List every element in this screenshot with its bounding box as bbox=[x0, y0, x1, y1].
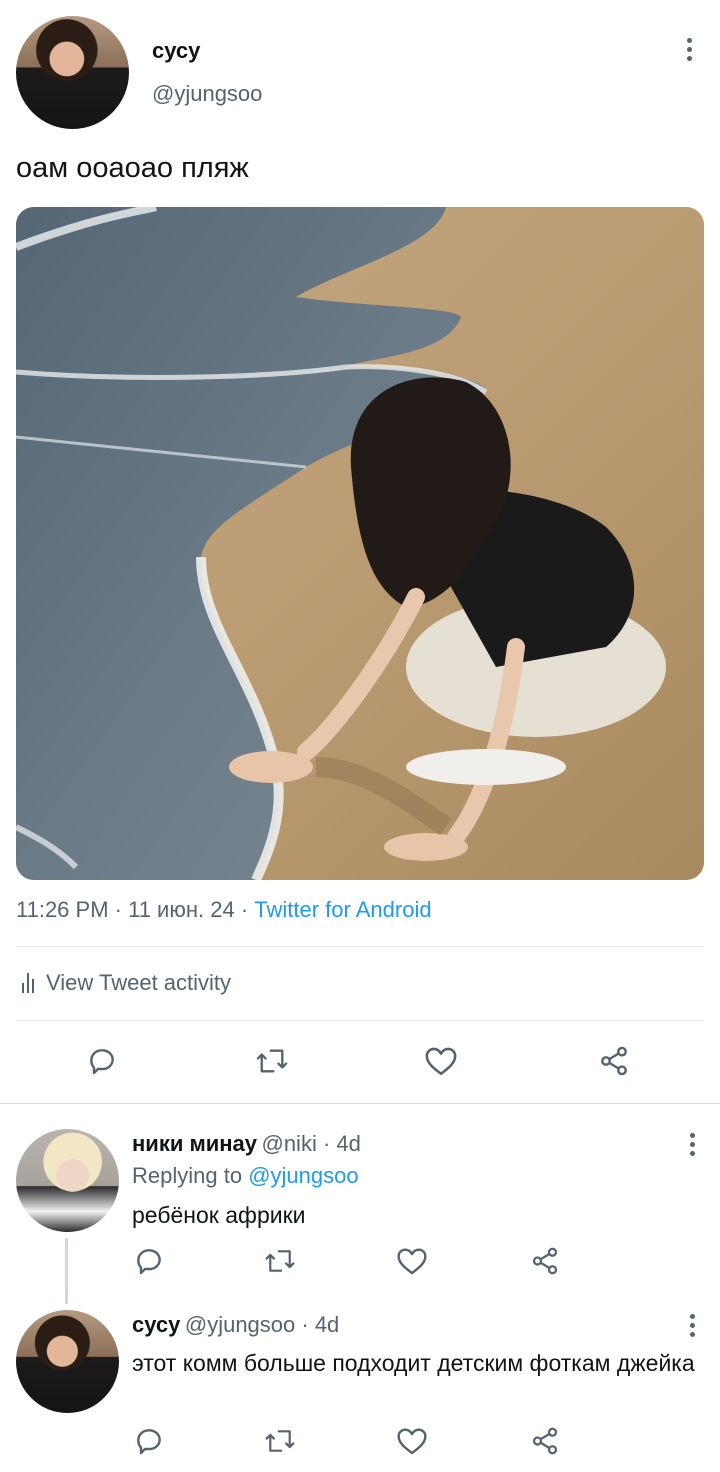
reply-age: · 4d bbox=[295, 1312, 340, 1337]
author-avatar[interactable] bbox=[16, 16, 129, 129]
reply-avatar[interactable] bbox=[16, 1129, 119, 1232]
reply-handle[interactable]: @niki bbox=[261, 1131, 316, 1156]
share-icon[interactable] bbox=[530, 1426, 560, 1456]
reply-header: сусу @yjungsoo · 4d bbox=[132, 1312, 339, 1338]
heart-icon[interactable] bbox=[396, 1246, 428, 1276]
reply-icon[interactable] bbox=[133, 1425, 165, 1457]
tweet-date: 11 июн. 24 bbox=[128, 897, 235, 922]
tweet-text: оам ооаоао пляж bbox=[16, 152, 249, 184]
reply-icon[interactable] bbox=[133, 1245, 165, 1277]
tweet-photo[interactable] bbox=[16, 207, 704, 880]
section-divider bbox=[0, 1103, 720, 1104]
tweet-time: 11:26 PM bbox=[16, 897, 109, 922]
reply-handle[interactable]: @yjungsoo bbox=[185, 1312, 295, 1337]
thread-line bbox=[65, 1238, 68, 1304]
author-display-name[interactable]: сусу bbox=[152, 38, 200, 64]
divider bbox=[16, 946, 704, 947]
view-tweet-activity[interactable]: View Tweet activity bbox=[22, 970, 231, 996]
reply-text: этот комм больше подходит детским фоткам… bbox=[132, 1350, 695, 1376]
reply-avatar[interactable] bbox=[16, 1310, 119, 1413]
bar-chart-icon bbox=[22, 973, 34, 993]
activity-label: View Tweet activity bbox=[46, 970, 232, 995]
share-icon[interactable] bbox=[598, 1045, 630, 1077]
more-options-icon[interactable] bbox=[685, 38, 693, 64]
replying-to: Replying to @yjungsoo bbox=[132, 1163, 359, 1189]
meta-separator: · bbox=[108, 897, 129, 922]
reply-text: ребёнок африки bbox=[132, 1202, 306, 1228]
reply-display-name[interactable]: сусу bbox=[132, 1312, 180, 1337]
reply-display-name[interactable]: ники минау bbox=[132, 1131, 257, 1156]
author-handle[interactable]: @yjungsoo bbox=[152, 81, 262, 107]
meta-separator: · bbox=[234, 897, 255, 922]
replying-to-prefix: Replying to bbox=[132, 1163, 249, 1188]
divider bbox=[16, 1020, 704, 1021]
reply-header: ники минау @niki · 4d bbox=[132, 1131, 361, 1157]
reply-age: · 4d bbox=[316, 1131, 361, 1156]
more-options-icon[interactable] bbox=[688, 1133, 696, 1159]
replying-to-handle[interactable]: @yjungsoo bbox=[248, 1163, 358, 1188]
heart-icon[interactable] bbox=[396, 1426, 428, 1456]
retweet-icon[interactable] bbox=[263, 1246, 297, 1276]
more-options-icon[interactable] bbox=[688, 1314, 696, 1340]
retweet-icon[interactable] bbox=[263, 1426, 297, 1456]
heart-icon[interactable] bbox=[424, 1045, 458, 1077]
reply-icon[interactable] bbox=[86, 1045, 118, 1077]
retweet-icon[interactable] bbox=[254, 1045, 290, 1077]
share-icon[interactable] bbox=[530, 1246, 560, 1276]
tweet-meta: 11:26 PM · 11 июн. 24 · Twitter for Andr… bbox=[16, 897, 432, 923]
tweet-client-link[interactable]: Twitter for Android bbox=[254, 897, 431, 922]
